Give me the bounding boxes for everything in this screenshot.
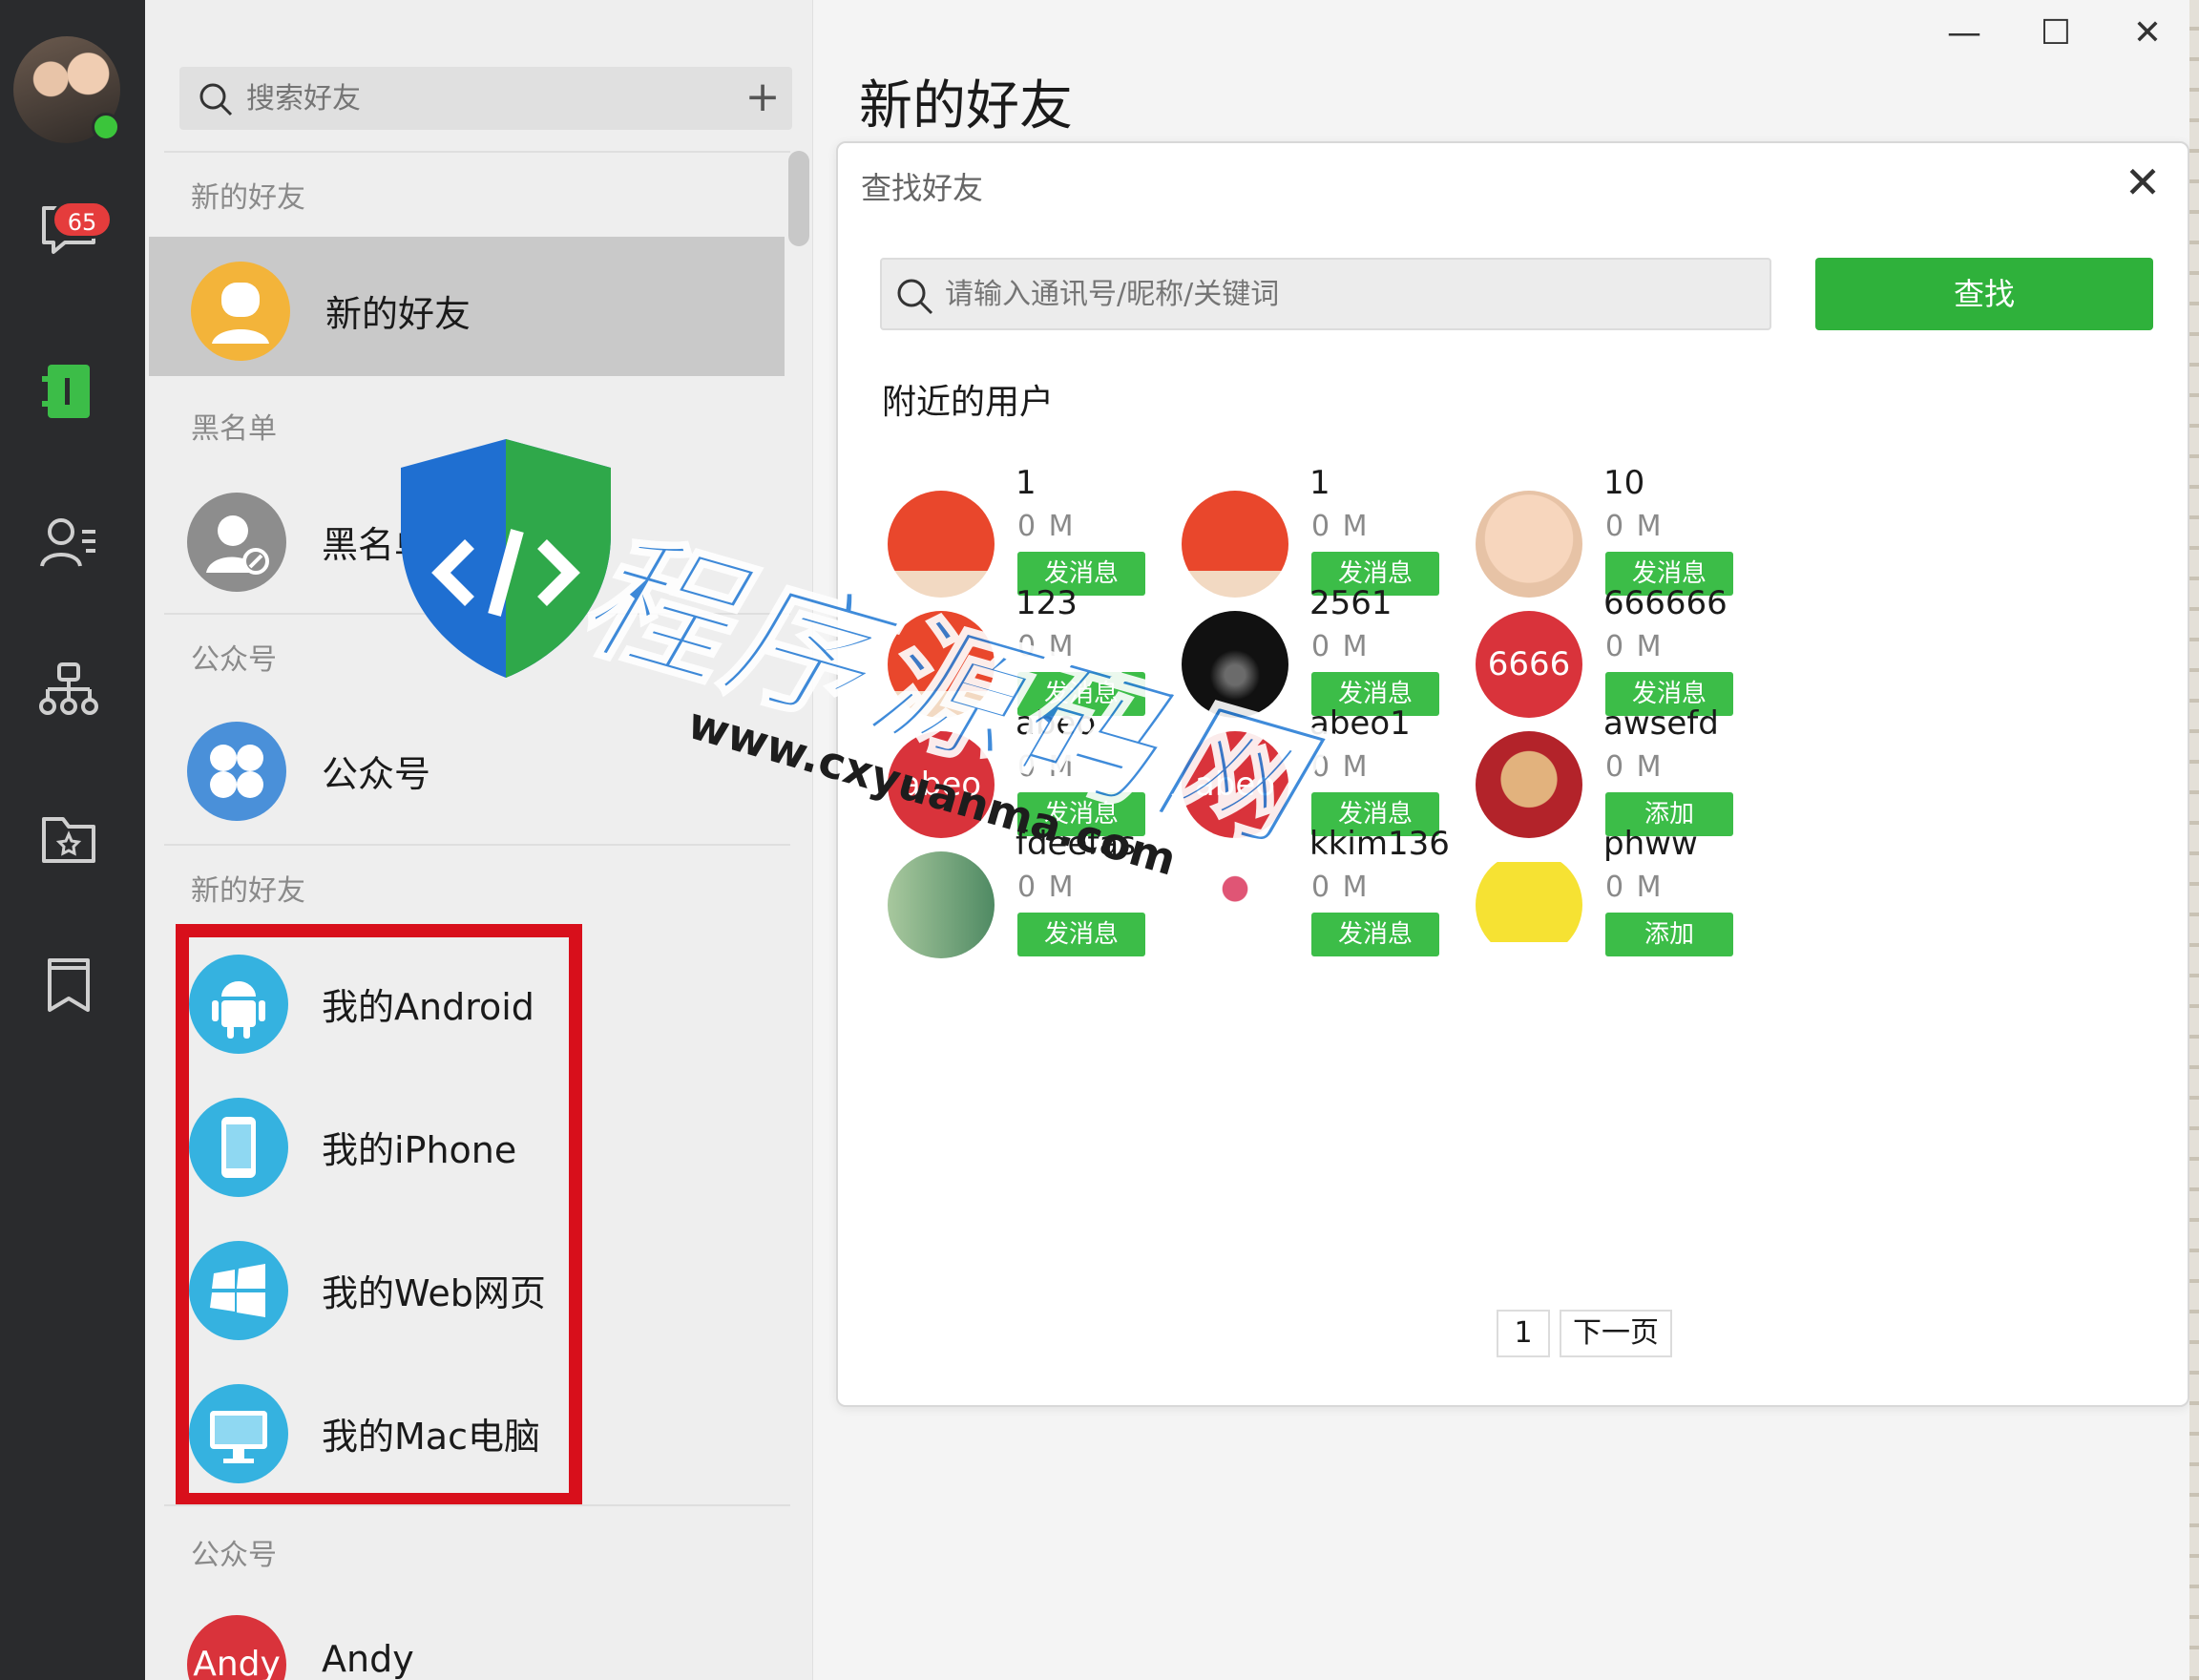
bookmark-icon[interactable] (38, 955, 99, 1016)
user-distance: 0 M (1311, 750, 1370, 784)
dialog-title: 查找好友 (861, 170, 984, 206)
add-friend-button[interactable]: 添加 (1605, 913, 1733, 956)
dialog-close-button[interactable]: ✕ (2119, 158, 2167, 206)
contacts-icon[interactable] (38, 511, 99, 572)
avatar-text: abeo (1194, 766, 1276, 804)
unread-badge: 65 (52, 200, 113, 239)
new-friends-icon (191, 262, 290, 361)
avatar-text: 6666 (1487, 645, 1571, 683)
nearby-user-card: fdeefas 0 M 发消息 (888, 825, 1164, 968)
contact-row-official[interactable]: 公众号 (145, 697, 785, 836)
contact-name: 新的好友 (325, 293, 471, 335)
avatar[interactable] (1182, 611, 1288, 718)
user-name: 123 (1016, 584, 1078, 622)
nearby-users-title: 附近的用户 (882, 383, 1055, 422)
user-distance: 0 M (1311, 871, 1370, 904)
send-message-button[interactable]: 发消息 (1311, 913, 1439, 956)
avatar: Andy (187, 1615, 286, 1680)
section-title-official: 公众号 (191, 643, 277, 677)
user-name: 10 (1603, 464, 1645, 502)
sidebar: 65 (0, 0, 145, 1680)
user-distance: 0 M (1017, 871, 1076, 904)
org-chart-icon[interactable] (38, 661, 99, 722)
user-name: fdeefas (1016, 825, 1136, 863)
user-distance: 0 M (1311, 630, 1370, 663)
avatar[interactable] (888, 851, 995, 958)
folder-icon[interactable] (38, 808, 99, 869)
find-field[interactable] (880, 258, 1771, 330)
find-friends-dialog: 查找好友 ✕ 查找 附近的用户 10 M发消息10 M发消息100 M发消息12… (836, 141, 2189, 1407)
user-name: 1 (1016, 464, 1037, 502)
avatar[interactable]: 6666 (1476, 611, 1582, 718)
contact-name: Andy (322, 1638, 414, 1680)
user-name: abeo1 (1309, 704, 1411, 743)
user-name: 666666 (1603, 584, 1728, 622)
section-title-devices: 新的好友 (191, 874, 305, 908)
user-name: abeo (1016, 704, 1097, 743)
minimize-button[interactable]: — (1936, 10, 1993, 57)
user-name: 1 (1309, 464, 1330, 502)
user-distance: 0 M (1311, 510, 1370, 543)
avatar[interactable] (1182, 491, 1288, 598)
avatar[interactable]: abeo (888, 731, 995, 838)
user-distance: 0 M (1605, 630, 1664, 663)
avatar[interactable] (1476, 731, 1582, 838)
close-window-button[interactable]: ✕ (2119, 10, 2176, 57)
blacklist-icon (187, 493, 286, 592)
page-title: 新的好友 (859, 75, 1073, 137)
avatar[interactable]: abeo (1182, 731, 1288, 838)
maximize-button[interactable]: ☐ (2027, 10, 2084, 57)
user-distance: 0 M (1017, 750, 1076, 784)
user-distance: 0 M (1605, 750, 1664, 784)
divider (164, 613, 790, 615)
section-title-blacklist: 黑名单 (191, 412, 277, 446)
contact-row-blacklist[interactable]: 黑名单 (145, 468, 785, 607)
avatar[interactable] (888, 611, 995, 718)
section-title-new-friends: 新的好友 (191, 181, 305, 215)
main-area: — ☐ ✕ 新的好友 查找好友 ✕ 查找 附近的用户 1 0 M 发消息 1 0 M 发消… (813, 0, 2199, 1680)
divider (164, 844, 790, 846)
window-edge (2189, 0, 2199, 1680)
contacts-panel: + 新的好友 新的好友 黑名单 黑名单 公众号 公众号 新的好友 我的Andro… (145, 0, 813, 1680)
next-page-button[interactable]: 下一页 (1560, 1310, 1672, 1357)
contact-row-andy[interactable]: Andy Andy (145, 1596, 785, 1680)
avatar[interactable] (888, 491, 995, 598)
divider (164, 1504, 790, 1506)
online-status-dot (92, 113, 120, 141)
scrollbar[interactable] (788, 151, 809, 246)
user-name: 2561 (1309, 584, 1393, 622)
find-input[interactable] (945, 260, 1756, 328)
page-number[interactable]: 1 (1497, 1310, 1550, 1357)
search-box[interactable] (179, 67, 756, 130)
user-name: kkim136 (1309, 825, 1450, 863)
avatar[interactable] (1476, 851, 1582, 958)
search-input[interactable] (246, 67, 743, 130)
send-message-button[interactable]: 发消息 (1017, 913, 1145, 956)
contact-name: 公众号 (322, 753, 431, 795)
user-name: phww (1603, 825, 1698, 863)
user-distance: 0 M (1017, 510, 1076, 543)
search-icon (893, 275, 935, 317)
user-distance: 0 M (1605, 510, 1664, 543)
search-icon (197, 80, 235, 118)
nearby-user-card: phww 0 M 添加 (1476, 825, 1752, 968)
user-distance: 0 M (1605, 871, 1664, 904)
nearby-user-card: kkim136 0 M 发消息 (1182, 825, 1458, 968)
highlight-box (176, 924, 582, 1506)
user-distance: 0 M (1017, 630, 1076, 663)
find-button[interactable]: 查找 (1815, 258, 2153, 330)
contact-name: 黑名单 (322, 524, 431, 566)
avatar[interactable] (1182, 851, 1288, 958)
avatar-text: Andy (193, 1645, 281, 1680)
official-account-icon (187, 722, 286, 821)
avatar[interactable] (1476, 491, 1582, 598)
avatar-text: abeo (900, 766, 982, 804)
user-name: awsefd (1603, 704, 1719, 743)
divider (164, 151, 790, 153)
section-title-official-2: 公众号 (191, 1539, 277, 1572)
address-book-icon[interactable] (38, 361, 99, 422)
add-contact-button[interactable]: + (733, 67, 792, 130)
contact-row-new-friends[interactable]: 新的好友 (149, 237, 785, 376)
